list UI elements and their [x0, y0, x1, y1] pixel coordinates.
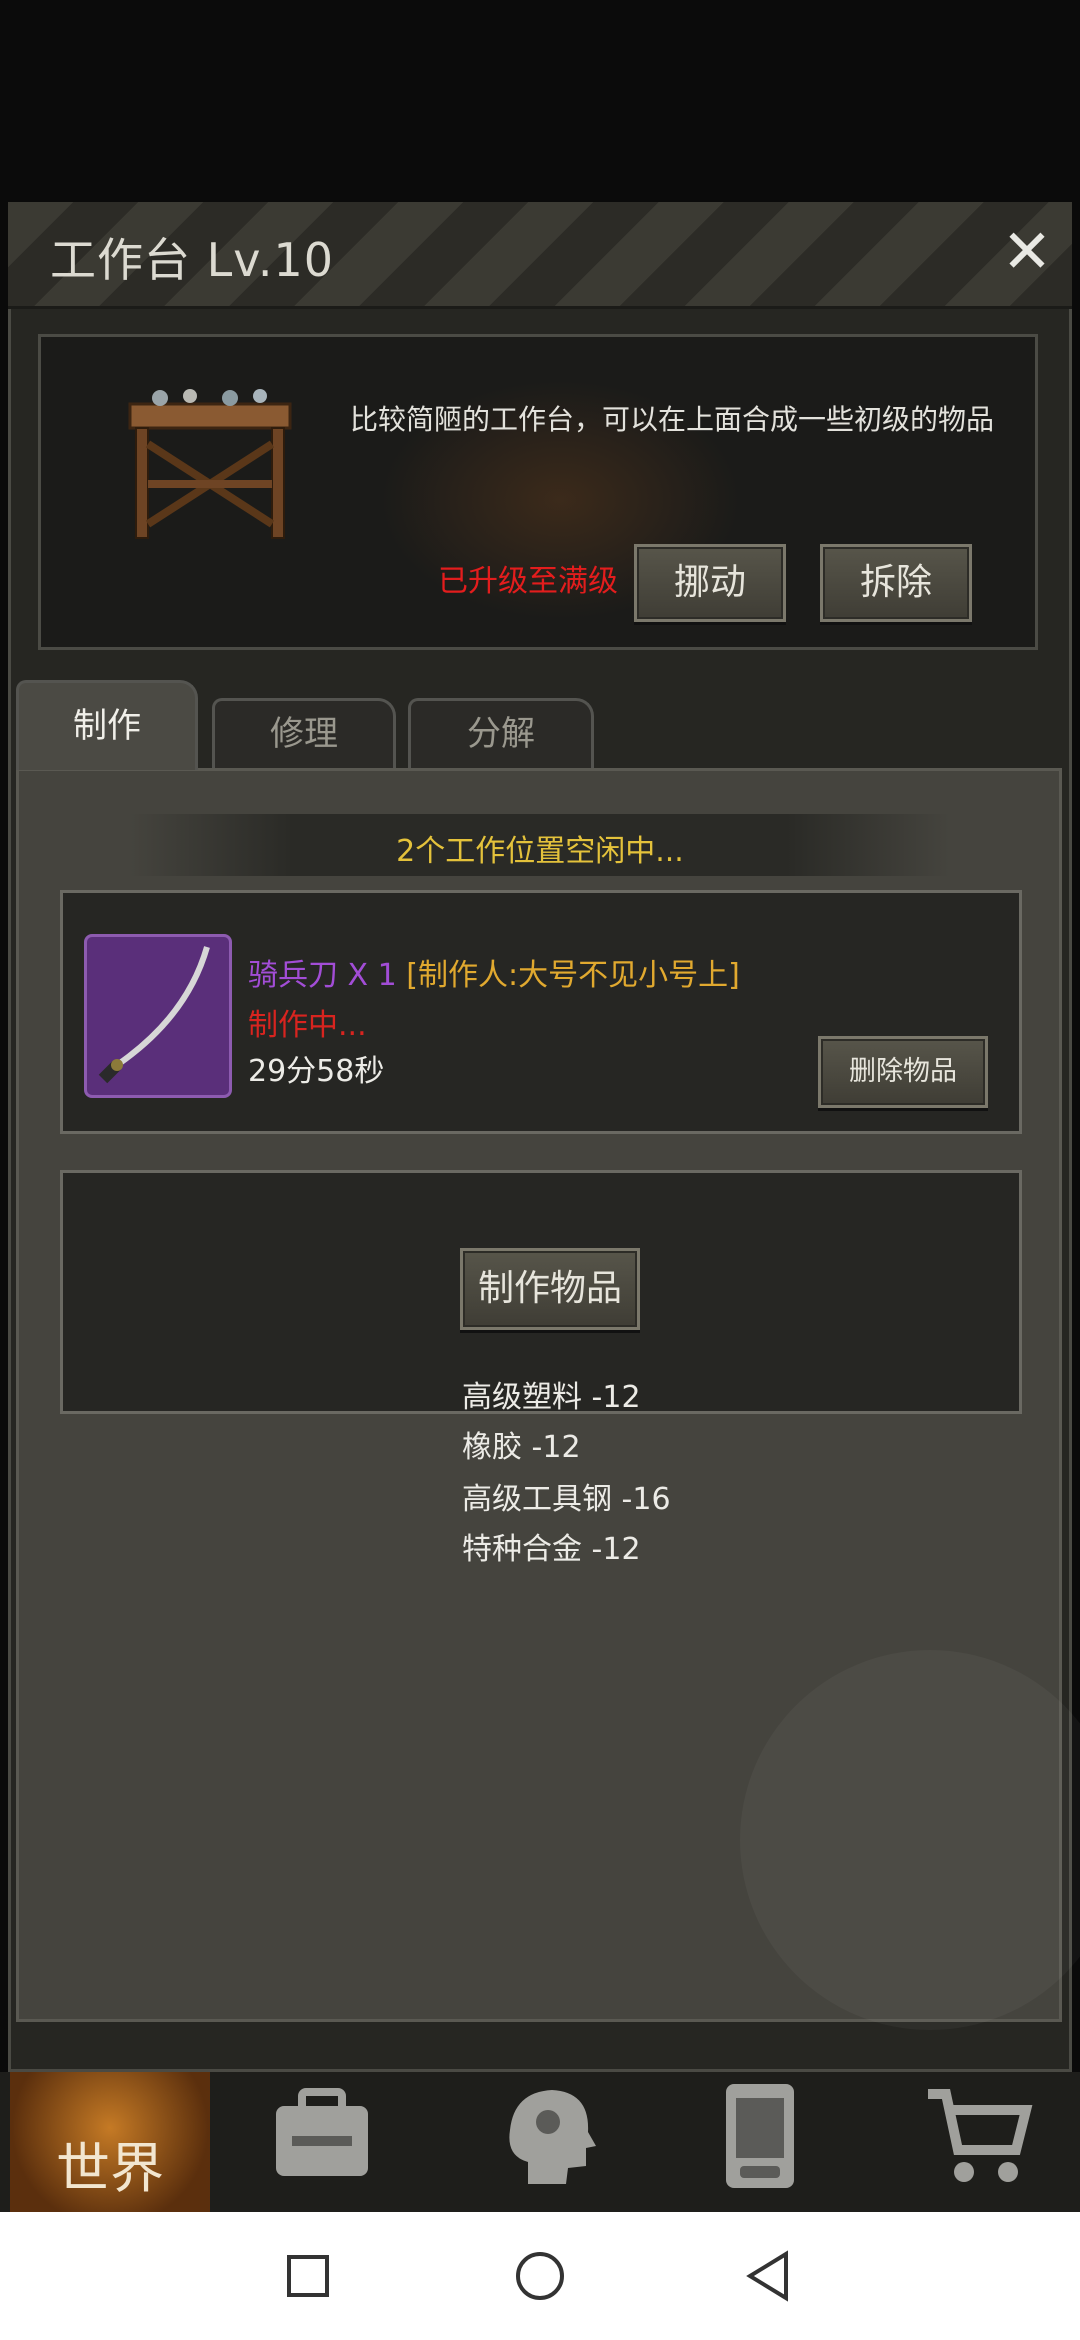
workbench-image	[128, 389, 292, 539]
triangle-back-icon	[746, 2250, 788, 2302]
back-button[interactable]	[744, 2250, 794, 2302]
backpack-icon[interactable]	[262, 2076, 382, 2196]
circle-icon	[516, 2252, 564, 2300]
item-title-line: 骑兵刀 X 1 [制作人:大号不见小号上]	[248, 950, 740, 994]
material-item: 高级工具钢 -16	[462, 1482, 671, 1517]
square-icon	[287, 2255, 329, 2297]
recent-apps-button[interactable]	[286, 2254, 330, 2298]
job-time-left: 29分58秒	[248, 1054, 385, 1089]
remove-button[interactable]: 拆除	[820, 544, 972, 622]
workbench-description: 比较简陋的工作台，可以在上面合成一些初级的物品	[350, 403, 995, 436]
job-status: 制作中...	[248, 1008, 367, 1043]
move-button[interactable]: 挪动	[634, 544, 786, 622]
tab-repair[interactable]: 修理	[212, 698, 396, 768]
cart-icon[interactable]	[918, 2076, 1038, 2196]
delete-item-button[interactable]: 删除物品	[818, 1036, 988, 1108]
nav-world-label: 世界	[56, 2137, 164, 2200]
close-icon: ✕	[1001, 217, 1053, 287]
item-maker: [制作人:大号不见小号上]	[406, 958, 740, 993]
close-button[interactable]: ✕	[995, 220, 1059, 284]
material-item: 高级塑料 -12	[462, 1380, 641, 1415]
home-button[interactable]	[514, 2250, 566, 2302]
phone-icon[interactable]	[700, 2076, 820, 2196]
slots-status: 2个工作位置空闲中...	[396, 834, 684, 869]
material-item: 特种合金 -12	[462, 1532, 641, 1567]
material-item: 橡胶 -12	[462, 1430, 581, 1465]
sabre-icon	[98, 946, 210, 1084]
tab-decompose[interactable]: 分解	[408, 698, 594, 768]
top-area	[0, 0, 1080, 200]
item-name: 骑兵刀 X 1	[248, 958, 397, 993]
upgrade-status: 已升级至满级	[438, 564, 618, 599]
head-icon[interactable]	[488, 2076, 608, 2196]
tab-craft[interactable]: 制作	[16, 680, 198, 770]
item-slot[interactable]	[84, 934, 232, 1098]
modal-title: 工作台 Lv.10	[50, 233, 335, 287]
craft-item-button[interactable]: 制作物品	[460, 1248, 640, 1330]
